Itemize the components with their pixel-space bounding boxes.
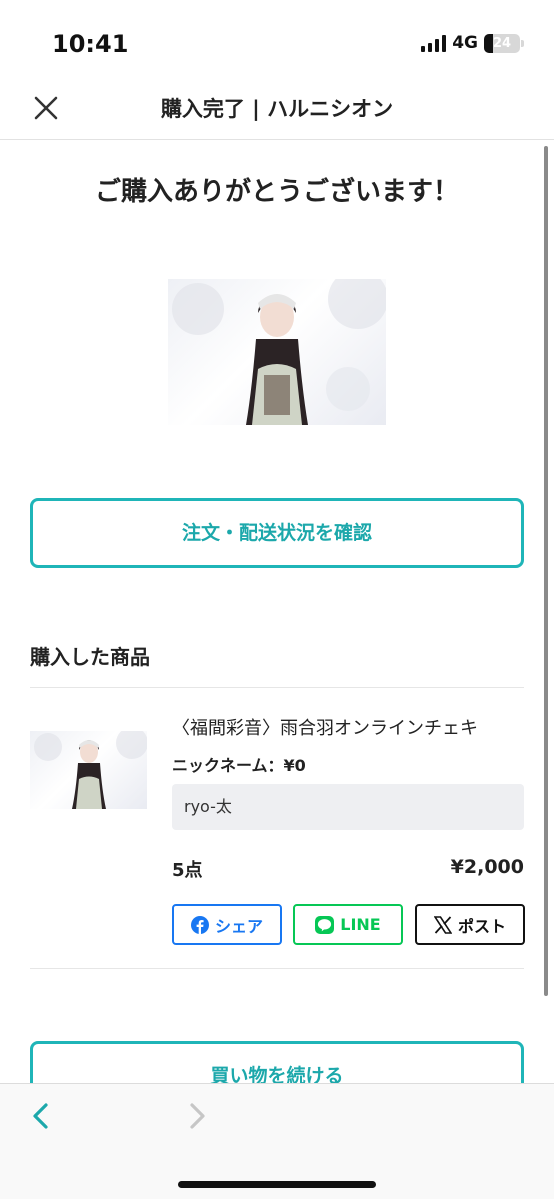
line-share-label: LINE [340,915,381,934]
facebook-icon [190,915,209,934]
scrollbar[interactable] [544,146,548,996]
battery-cap [521,39,524,47]
chevron-left-icon [33,1103,48,1129]
divider [30,687,524,688]
battery-icon: 24 [484,33,520,53]
continue-shopping-button[interactable]: 買い物を続ける [30,1041,524,1083]
nickname-label: ニックネーム：¥0 [172,756,306,775]
status-indicators: 4G 24 [421,33,524,53]
thanks-message: ご購入ありがとうございます！ [94,177,459,207]
page-header: 購入完了 | ハルニシオン [0,80,554,140]
line-share-button[interactable]: LINE [293,904,403,945]
network-type: 4G [452,33,478,53]
product-thumbnail [30,731,147,809]
chevron-right-icon [190,1103,205,1129]
x-post-button[interactable]: ポスト [415,904,525,945]
main-content[interactable]: ご購入ありがとうございます！ 注文・配送状況を確認 購入した商品 〈福間彩音〉雨… [0,141,554,1083]
x-logo-icon [433,915,452,934]
facebook-share-label: シェア [214,916,263,936]
signal-icon [421,34,447,52]
product-hero-image [168,279,386,425]
facebook-share-button[interactable]: シェア [172,904,282,945]
product-name[interactable]: 〈福間彩音〉雨合羽オンラインチェキ [172,714,478,740]
order-status-button[interactable]: 注文・配送状況を確認 [30,498,524,568]
back-button[interactable] [26,1101,56,1131]
nickname-value: ryo-太 [172,784,524,830]
product-quantity: 5点 [172,860,203,881]
status-bar: 10:41 4G 24 [0,0,554,80]
page-title: 購入完了 | ハルニシオン [160,97,394,121]
forward-button[interactable] [182,1101,212,1131]
browser-toolbar [0,1083,554,1199]
status-time: 10:41 [52,30,129,58]
purchased-section-title: 購入した商品 [30,645,150,669]
divider [30,968,524,969]
battery-level: 24 [492,35,512,51]
home-indicator [178,1181,376,1188]
x-post-label: ポスト [457,916,506,936]
line-icon [315,915,335,934]
product-price: ¥2,000 [450,856,524,878]
